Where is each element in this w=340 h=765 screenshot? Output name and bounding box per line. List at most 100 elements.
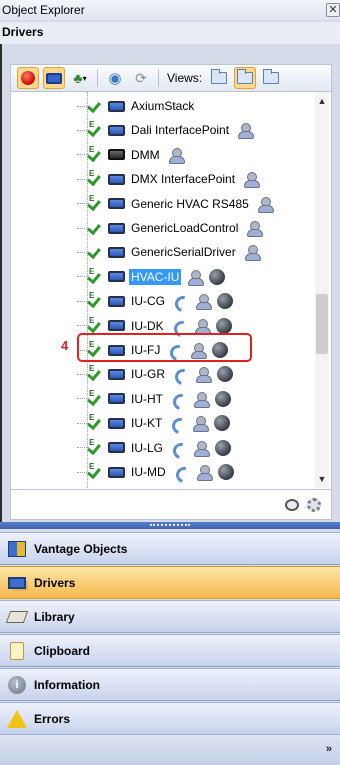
nav-item-label: Clipboard xyxy=(34,643,90,658)
globe-button[interactable]: ◉ xyxy=(104,67,126,89)
refresh-button[interactable]: ⟳ xyxy=(130,67,152,89)
toolbar-separator xyxy=(158,69,159,87)
driver-icon xyxy=(108,100,125,112)
tree-item[interactable]: GenericLoadControl xyxy=(11,217,264,239)
folder-view-icon xyxy=(237,69,254,84)
status-check-icon: E xyxy=(87,169,105,187)
globe-ball-icon xyxy=(215,317,232,334)
scroll-up-icon[interactable]: ▲ xyxy=(315,94,329,108)
tree-item[interactable]: E Dali InterfacePoint xyxy=(11,119,255,141)
window-title: Object Explorer xyxy=(2,3,85,17)
globe-ball-icon xyxy=(217,366,233,383)
scroll-thumb[interactable] xyxy=(316,294,328,354)
status-check-icon: E xyxy=(87,291,105,309)
people-icon xyxy=(187,269,205,286)
tree-item-label: IU-HT xyxy=(131,391,163,406)
nav-item-label: Vantage Objects xyxy=(34,541,128,556)
nav-item-vantage-objects[interactable]: Vantage Objects xyxy=(0,532,340,565)
driver-tree[interactable]: AxiumStack E Dali InterfacePoint E DMM E DMX I… xyxy=(10,92,332,490)
vantage-objects-icon xyxy=(8,540,26,558)
refresh-arrow-icon xyxy=(170,415,186,431)
nav-overflow-strip: » xyxy=(0,734,340,765)
red-dot-button[interactable] xyxy=(17,67,39,89)
people-icon xyxy=(246,220,264,237)
tree-item[interactable]: E DMX InterfacePoint xyxy=(11,168,261,190)
folder-view-button[interactable] xyxy=(208,67,230,89)
tree-item[interactable]: E IU-KT xyxy=(11,412,231,434)
callout-number: 4 xyxy=(61,338,69,353)
tree-item[interactable]: E IU-HT xyxy=(11,388,231,410)
refresh-arrow-icon xyxy=(173,366,189,382)
tree-item[interactable]: E IU-GR xyxy=(11,363,233,385)
status-check-icon xyxy=(87,98,105,114)
plant-dropdown-button[interactable]: ♣ ▾ xyxy=(69,67,91,89)
gear-icon[interactable] xyxy=(307,497,321,512)
globe-ball-icon xyxy=(217,293,233,310)
explorer-toolbar: ♣ ▾ ◉ ⟳ Views: xyxy=(10,64,332,92)
tree-scrollbar[interactable]: ▲ ▼ xyxy=(315,92,329,488)
nav-item-information[interactable]: i Information xyxy=(0,668,340,701)
people-icon xyxy=(243,171,261,189)
people-icon xyxy=(196,464,214,481)
tree-item[interactable]: E IU-LG xyxy=(11,437,232,459)
drivers-toolbar-button[interactable] xyxy=(43,67,65,89)
people-icon xyxy=(193,391,211,408)
drivers-icon xyxy=(8,574,26,592)
nav-item-label: Errors xyxy=(34,711,71,726)
driver-icon xyxy=(108,368,125,380)
status-check-icon: E xyxy=(87,194,105,212)
folder-list-view-button[interactable] xyxy=(260,67,282,89)
tree-item-label: DMX InterfacePoint xyxy=(131,172,236,187)
red-dot-icon xyxy=(21,71,35,85)
close-icon[interactable]: ✕ xyxy=(326,3,340,17)
tree-item-label: HVAC-IU xyxy=(129,268,182,285)
tree-item-label: DMM xyxy=(131,147,160,162)
driver-icon xyxy=(108,198,125,210)
plant-icon: ♣ xyxy=(73,70,83,86)
status-check-icon: E xyxy=(87,120,105,138)
driver-icon xyxy=(108,124,125,136)
tree-item[interactable]: E HVAC-IU xyxy=(11,266,226,288)
status-check-icon xyxy=(87,220,105,236)
refresh-arrow-icon xyxy=(174,464,190,480)
nav-item-drivers[interactable]: Drivers xyxy=(0,566,340,599)
status-check-icon: E xyxy=(87,145,105,163)
views-label: Views: xyxy=(167,71,203,85)
library-icon xyxy=(5,608,29,626)
tree-item[interactable]: E Generic HVAC RS485 xyxy=(11,193,275,215)
people-icon xyxy=(237,122,255,140)
nav-item-library[interactable]: Library xyxy=(0,600,340,633)
tree-item[interactable]: E IU-CG xyxy=(11,290,233,312)
status-check-icon: E xyxy=(87,316,105,334)
section-title: Drivers xyxy=(0,22,340,44)
toolbar-separator xyxy=(97,69,98,87)
clipboard-icon xyxy=(8,641,26,660)
refresh-arrow-icon xyxy=(173,293,189,309)
people-icon xyxy=(195,293,213,311)
tree-item-label: IU-MD xyxy=(131,465,166,479)
tree-item[interactable]: E IU-MD xyxy=(11,461,234,483)
nav-item-label: Information xyxy=(34,677,100,692)
scroll-down-icon[interactable]: ▼ xyxy=(315,472,329,486)
globe-icon: ◉ xyxy=(108,70,122,87)
folder-icon xyxy=(211,69,228,84)
folder-view-alt-icon xyxy=(263,69,280,84)
nav-item-clipboard[interactable]: Clipboard xyxy=(0,634,340,667)
drivers-icon xyxy=(46,72,62,84)
status-check-icon xyxy=(87,244,105,260)
folder-tree-view-button[interactable] xyxy=(234,67,257,89)
pane-splitter[interactable] xyxy=(0,522,340,529)
tree-footer xyxy=(10,490,332,520)
tree-item[interactable]: AxiumStack xyxy=(11,95,196,117)
tree-item[interactable]: E DMM xyxy=(11,144,186,166)
nav-item-errors[interactable]: Errors xyxy=(0,702,340,735)
tree-item[interactable]: GenericSerialDriver xyxy=(11,241,262,263)
people-icon xyxy=(193,440,211,457)
driver-icon xyxy=(108,417,125,429)
chat-bubble-icon[interactable] xyxy=(285,498,299,511)
status-check-icon: E xyxy=(87,389,105,407)
refresh-arrow-icon xyxy=(171,391,187,407)
status-check-icon: E xyxy=(87,267,105,285)
more-options-icon[interactable]: » xyxy=(326,743,332,755)
status-check-icon: E xyxy=(87,438,105,456)
